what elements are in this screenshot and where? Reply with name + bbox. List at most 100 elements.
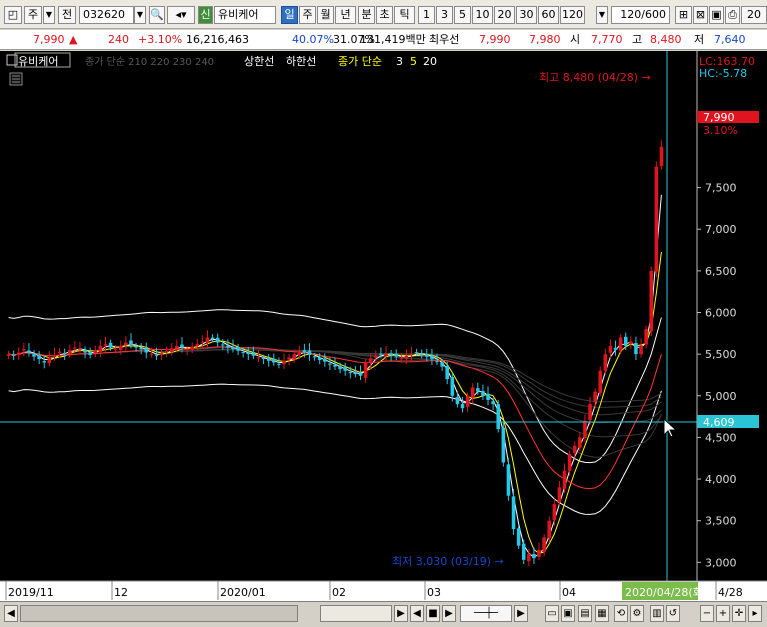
- tab-weekly[interactable]: 주: [299, 6, 316, 24]
- candle: [425, 354, 429, 357]
- candle: [83, 349, 87, 353]
- candle: [572, 445, 577, 453]
- interval-5[interactable]: 5: [454, 6, 471, 24]
- chart-svg[interactable]: 유비케어 종가 단순 210 220 230 240 상한선 하한선 종가 단순…: [0, 51, 767, 601]
- settings-icon[interactable]: ⚙: [630, 605, 644, 622]
- y-tick-label: 4,000: [705, 473, 737, 486]
- print-icon[interactable]: ⎙: [725, 6, 740, 24]
- candle: [603, 354, 608, 371]
- grid-icon[interactable]: ⊞: [675, 6, 692, 24]
- x-tick-label: 4/28: [718, 586, 743, 599]
- interval-1[interactable]: 1: [418, 6, 435, 24]
- candle: [567, 454, 572, 471]
- candle: [113, 349, 118, 351]
- scroll-left-icon[interactable]: ◀: [4, 605, 18, 622]
- candle: [246, 352, 251, 355]
- stock-name-field[interactable]: 유비케어: [214, 6, 276, 24]
- turnover-rate: 40.07%: [292, 33, 334, 46]
- candle: [409, 354, 414, 356]
- candle: [154, 354, 159, 356]
- interval-30[interactable]: 30: [516, 6, 537, 24]
- interval-120[interactable]: 120: [560, 6, 585, 24]
- candle: [134, 346, 138, 348]
- stock-code-input[interactable]: 032620: [79, 6, 134, 24]
- interval-3[interactable]: 3: [436, 6, 453, 24]
- reset-icon[interactable]: ↺: [666, 605, 680, 622]
- zoom-out-icon[interactable]: −: [700, 605, 714, 622]
- fit-icon[interactable]: ▤: [578, 605, 592, 622]
- stop-icon[interactable]: ■: [426, 605, 440, 622]
- chart-type-icon[interactable]: ▥: [650, 605, 664, 622]
- tab-daily[interactable]: 일: [281, 6, 298, 24]
- extra-field[interactable]: 20: [741, 6, 767, 24]
- candle: [379, 353, 383, 355]
- window-icon[interactable]: ◰: [4, 6, 22, 24]
- layout-icon[interactable]: ▦: [595, 605, 609, 622]
- tab-minute[interactable]: 분: [358, 6, 375, 24]
- scroll-track[interactable]: [20, 605, 298, 622]
- candle: [465, 395, 470, 407]
- sync-icon[interactable]: ⟲: [614, 605, 628, 622]
- speaker-icon[interactable]: ◂▾: [167, 6, 195, 24]
- zoom-in-icon[interactable]: +: [716, 605, 730, 622]
- candle: [108, 342, 113, 348]
- search-icon[interactable]: 🔍: [149, 6, 165, 24]
- prev-button[interactable]: 전: [58, 6, 76, 24]
- candle: [639, 345, 643, 355]
- chevron-down-icon[interactable]: ▼: [43, 6, 55, 24]
- split-view-icon[interactable]: ▭: [545, 605, 559, 622]
- candle: [93, 350, 98, 353]
- scroll-end-icon[interactable]: ▶: [514, 605, 528, 622]
- prev-page-icon[interactable]: ◀: [410, 605, 424, 622]
- price-chart[interactable]: 유비케어 종가 단순 210 220 230 240 상한선 하한선 종가 단순…: [0, 51, 767, 601]
- next-page-icon[interactable]: ▶: [442, 605, 456, 622]
- tab-yearly[interactable]: 년: [335, 6, 356, 24]
- candle: [6, 354, 11, 356]
- move-icon[interactable]: ✛: [732, 605, 746, 622]
- candle: [164, 350, 169, 352]
- candle: [251, 352, 256, 356]
- interval-60[interactable]: 60: [538, 6, 559, 24]
- compare-icon[interactable]: ▣: [561, 605, 575, 622]
- candle: [169, 348, 174, 353]
- candle: [42, 361, 47, 363]
- zoom-slider[interactable]: ──┼─: [460, 605, 512, 622]
- bar-count-field[interactable]: 120/600: [611, 6, 670, 24]
- bid-price: 7,980: [529, 33, 561, 46]
- candle: [608, 345, 613, 353]
- more-icon[interactable]: ▸: [748, 605, 762, 622]
- ask-price: 7,990: [479, 33, 511, 46]
- candle: [516, 528, 521, 546]
- low-price: 7,640: [714, 33, 746, 46]
- candle: [37, 355, 41, 360]
- candle: [659, 146, 664, 167]
- candle: [287, 357, 291, 360]
- tab-tick[interactable]: 틱: [394, 6, 415, 24]
- candle: [195, 344, 200, 346]
- candle: [618, 337, 623, 351]
- candle: [22, 349, 26, 351]
- scroll-right-icon[interactable]: ▶: [394, 605, 408, 622]
- scroll-thumb[interactable]: [320, 605, 392, 622]
- save-icon[interactable]: ▣: [709, 6, 724, 24]
- chevron-down-icon[interactable]: ▼: [596, 6, 608, 24]
- candle: [277, 363, 281, 365]
- candle: [333, 364, 337, 367]
- tab-monthly[interactable]: 월: [317, 6, 334, 24]
- candle: [338, 365, 342, 370]
- crosshair-icon[interactable]: ⊠: [693, 6, 708, 24]
- candle: [511, 496, 516, 530]
- candle: [88, 351, 92, 355]
- candle: [368, 358, 373, 364]
- mode-select[interactable]: 주: [24, 6, 42, 24]
- x-tick-label: 2019/11: [8, 586, 54, 599]
- candle: [190, 346, 194, 350]
- y-tick-label: 6,500: [705, 265, 737, 278]
- interval-20[interactable]: 20: [494, 6, 515, 24]
- candle: [384, 353, 388, 356]
- chevron-down-icon[interactable]: ▼: [134, 6, 146, 24]
- tab-second[interactable]: 초: [376, 6, 393, 24]
- candle: [317, 357, 322, 360]
- candle: [32, 353, 36, 357]
- interval-10[interactable]: 10: [472, 6, 493, 24]
